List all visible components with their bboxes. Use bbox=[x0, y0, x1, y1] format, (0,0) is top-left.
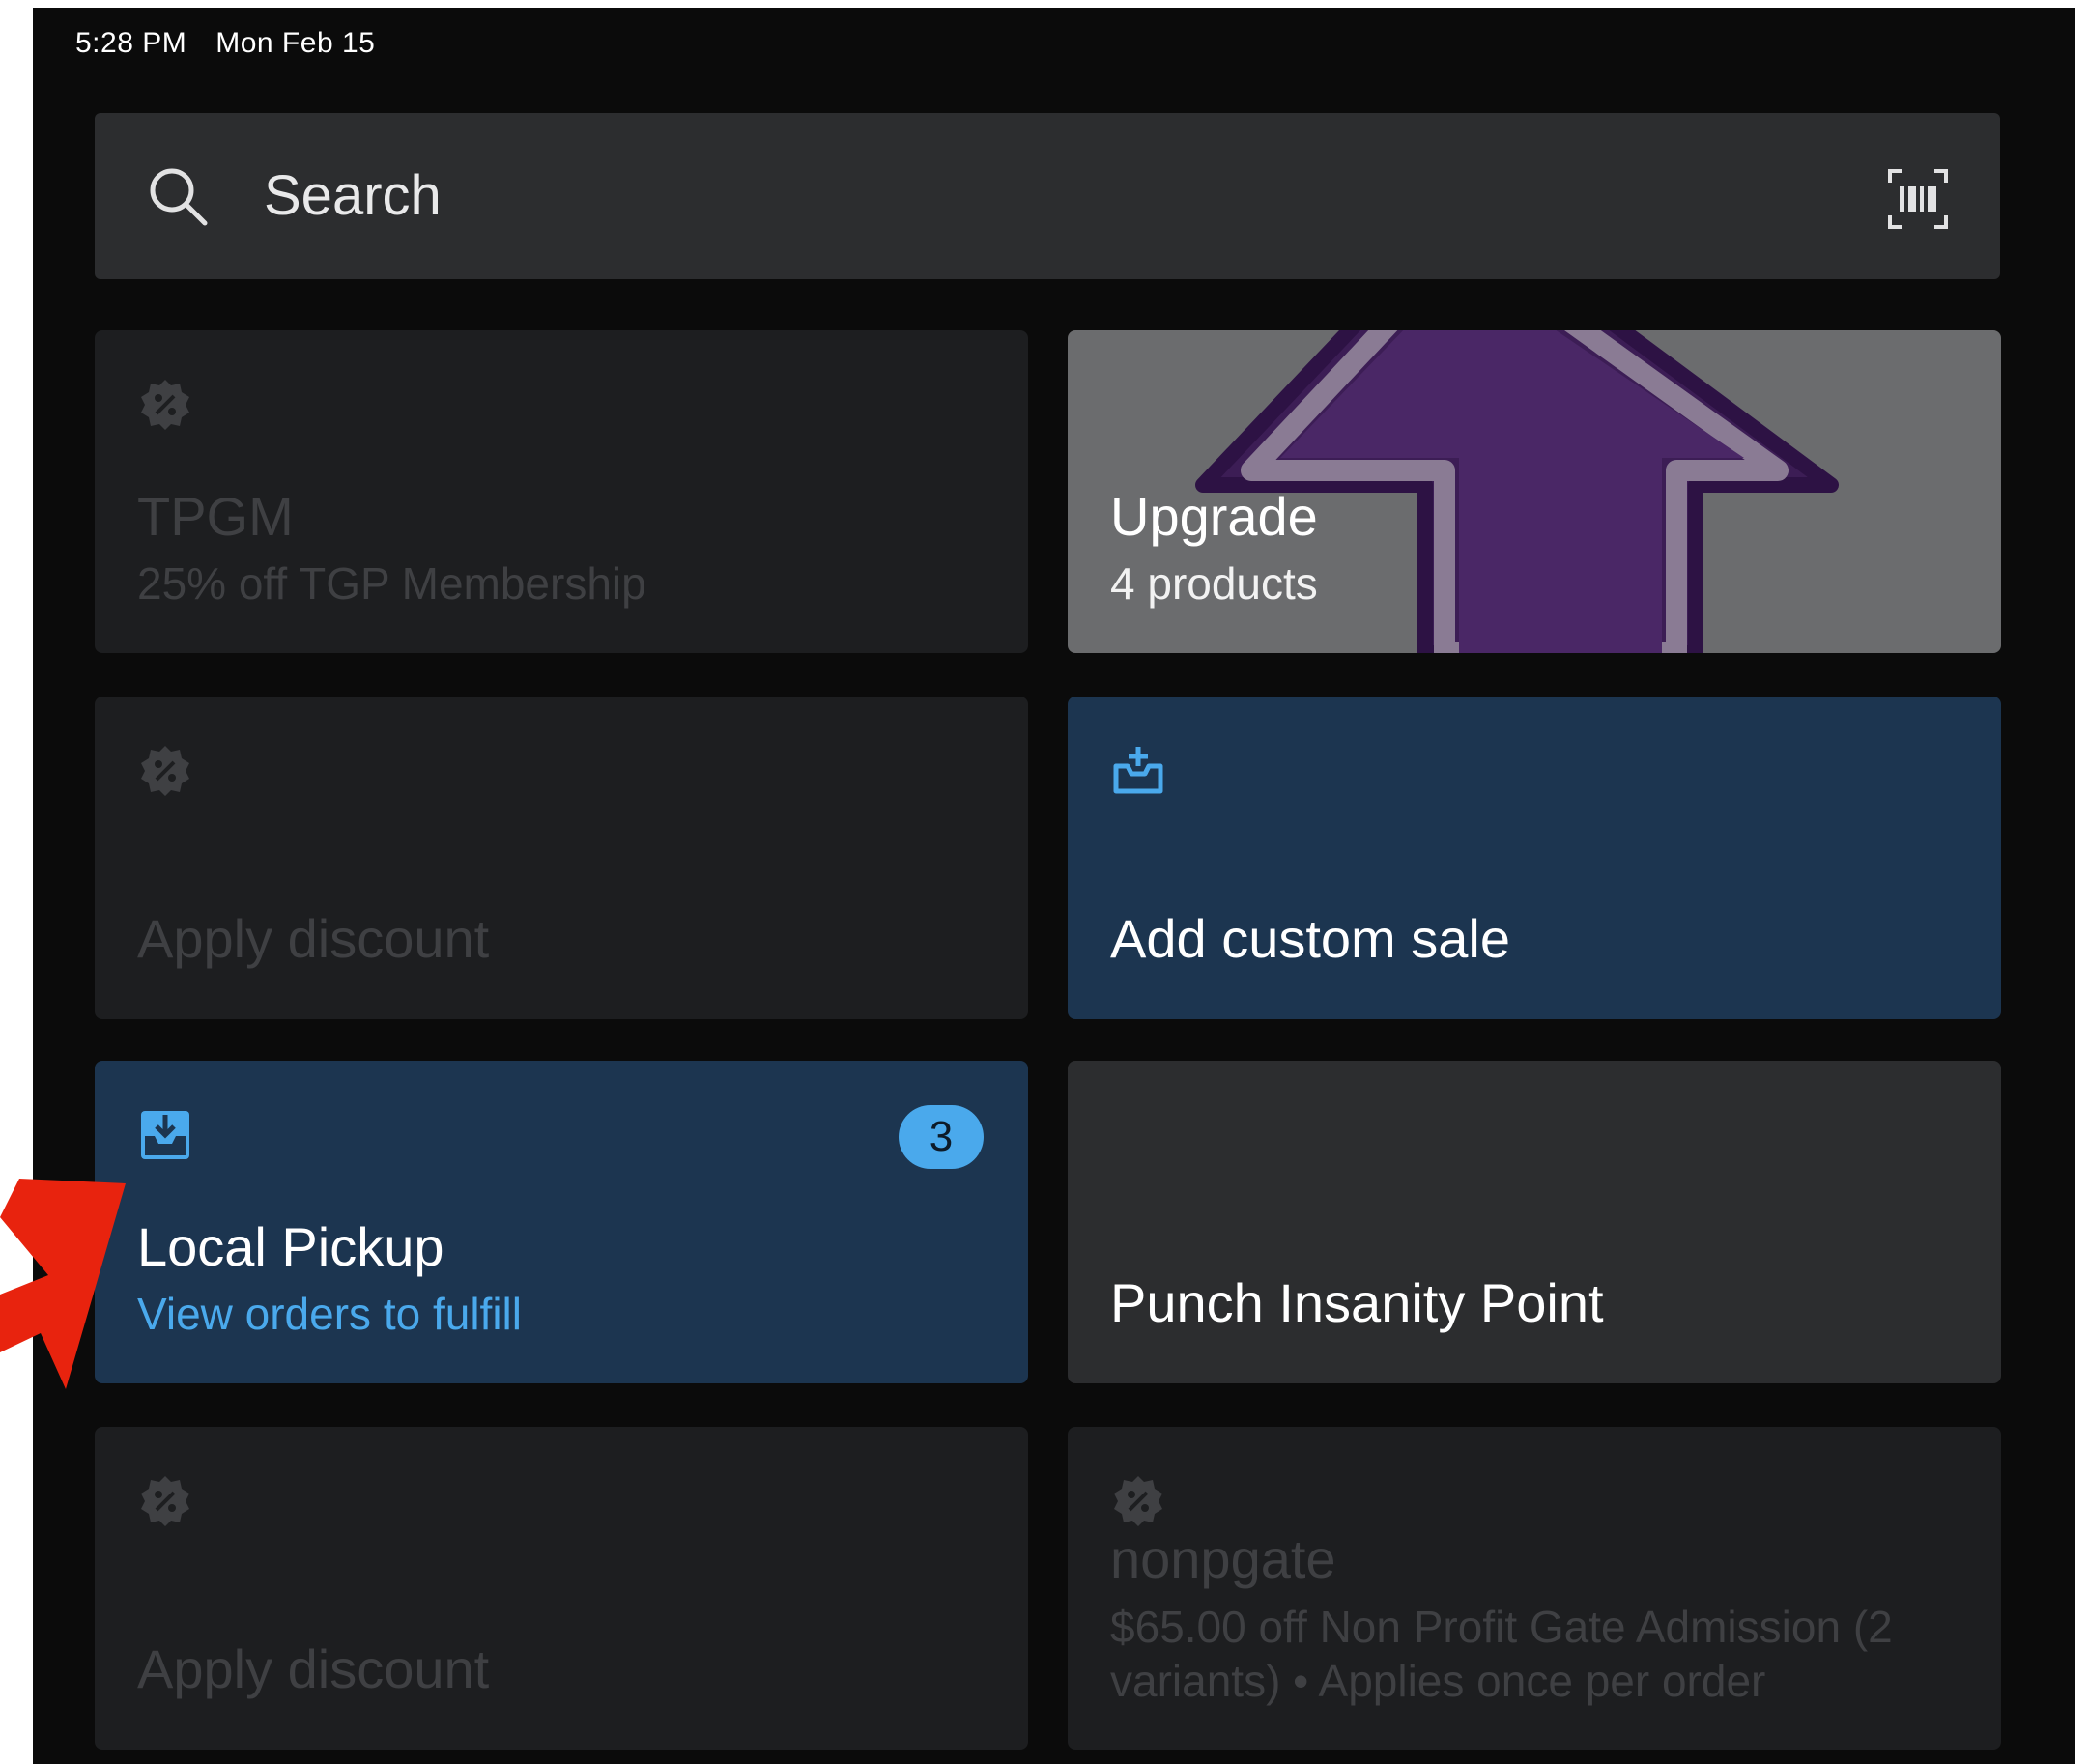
tile-subtitle: 4 products bbox=[1110, 558, 1318, 609]
tile-title: Add custom sale bbox=[1110, 908, 1510, 969]
tile-punch-insanity-point[interactable]: Punch Insanity Point bbox=[1068, 1061, 2001, 1383]
tile-title: Local Pickup bbox=[137, 1216, 444, 1277]
discount-badge-icon bbox=[141, 380, 189, 430]
search-icon bbox=[150, 168, 208, 226]
search-bar[interactable]: Search bbox=[95, 113, 2000, 279]
tile-apply-discount[interactable]: Apply discount bbox=[95, 1427, 1028, 1750]
tile-subtitle-line-2: variants) • Applies once per order bbox=[1110, 1656, 1766, 1706]
barcode-scan-icon[interactable] bbox=[1886, 167, 1950, 231]
tile-local-pickup[interactable]: 3 Local Pickup View orders to fulfill bbox=[95, 1061, 1028, 1383]
discount-badge-icon bbox=[1114, 1476, 1162, 1526]
tray-upload-icon bbox=[1113, 747, 1163, 794]
annotation-arrow bbox=[0, 1179, 126, 1389]
pos-screen: 5:28 PM Mon Feb 15 Search TPGM 25% off T… bbox=[33, 8, 2075, 1764]
status-bar: 5:28 PM Mon Feb 15 bbox=[75, 27, 375, 60]
tray-download-icon bbox=[141, 1111, 189, 1159]
tile-subtitle: 25% off TGP Membership bbox=[137, 558, 646, 609]
tile-subtitle-line-1: $65.00 off Non Profit Gate Admission (2 bbox=[1110, 1602, 1893, 1652]
discount-badge-icon bbox=[141, 746, 189, 796]
status-date: Mon Feb 15 bbox=[215, 27, 376, 59]
tile-title: Apply discount bbox=[137, 1638, 490, 1699]
tile-subtitle: View orders to fulfill bbox=[137, 1289, 522, 1339]
tile-title: nonpgate bbox=[1110, 1528, 1336, 1589]
tile-add-custom-sale[interactable]: Add custom sale bbox=[1068, 697, 2001, 1019]
tile-apply-discount[interactable]: Apply discount bbox=[95, 697, 1028, 1019]
discount-badge-icon bbox=[141, 1476, 189, 1526]
tile-title: TPGM bbox=[137, 486, 294, 547]
tile-title: Punch Insanity Point bbox=[1110, 1272, 1604, 1333]
tile-title: Upgrade bbox=[1110, 486, 1318, 547]
tile-title: Apply discount bbox=[137, 908, 490, 969]
tile-tpgm-discount[interactable]: TPGM 25% off TGP Membership bbox=[95, 330, 1028, 653]
status-time: 5:28 PM bbox=[75, 27, 187, 59]
tile-nonpgate-discount[interactable]: nonpgate $65.00 off Non Profit Gate Admi… bbox=[1068, 1427, 2001, 1750]
tile-upgrade[interactable]: Upgrade 4 products bbox=[1068, 330, 2001, 653]
pickup-count-badge: 3 bbox=[899, 1105, 984, 1169]
search-input[interactable]: Search bbox=[264, 113, 442, 279]
